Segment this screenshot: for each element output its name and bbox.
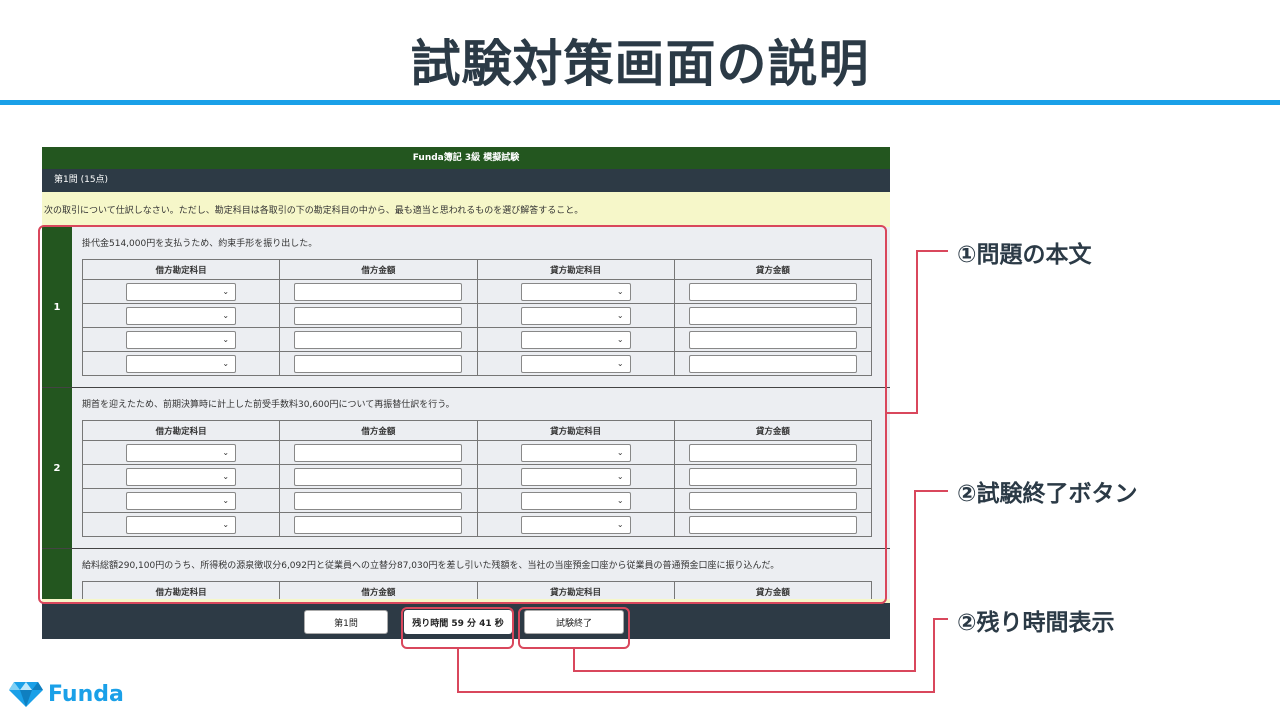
callout-end-button: ②試験終了ボタン <box>957 481 1138 507</box>
connector-line <box>916 250 918 414</box>
connector-line <box>573 670 915 672</box>
connector-line <box>916 250 948 252</box>
connector-line <box>933 618 935 693</box>
connector-line <box>457 691 934 693</box>
timer-highlight <box>401 607 514 649</box>
instruction-text: 次の取引について仕訳しなさい。ただし、勘定科目は各取引の下の勘定科目の中から、最… <box>44 206 584 216</box>
connector-line <box>914 490 948 492</box>
diamond-icon <box>9 682 43 707</box>
callout-question-body: ①問題の本文 <box>957 242 1092 268</box>
title-divider <box>0 100 1280 105</box>
exam-header: Funda簿記 3級 模擬試験 <box>42 147 890 169</box>
question-1-button[interactable]: 第1問 <box>304 610 388 634</box>
slide-title: 試験対策画面の説明 <box>410 35 870 93</box>
connector-line <box>914 490 916 672</box>
end-button-highlight <box>518 607 630 649</box>
logo-wordmark: Funda <box>48 681 124 707</box>
question-heading: 第1問 (15点) <box>42 169 890 192</box>
connector-line <box>573 649 575 671</box>
connector-line <box>457 649 459 692</box>
connector-line <box>887 412 917 414</box>
funda-logo: Funda <box>8 680 124 708</box>
question-body-highlight <box>38 225 887 604</box>
callout-remaining-time: ②残り時間表示 <box>957 610 1115 636</box>
connector-line <box>933 618 948 620</box>
